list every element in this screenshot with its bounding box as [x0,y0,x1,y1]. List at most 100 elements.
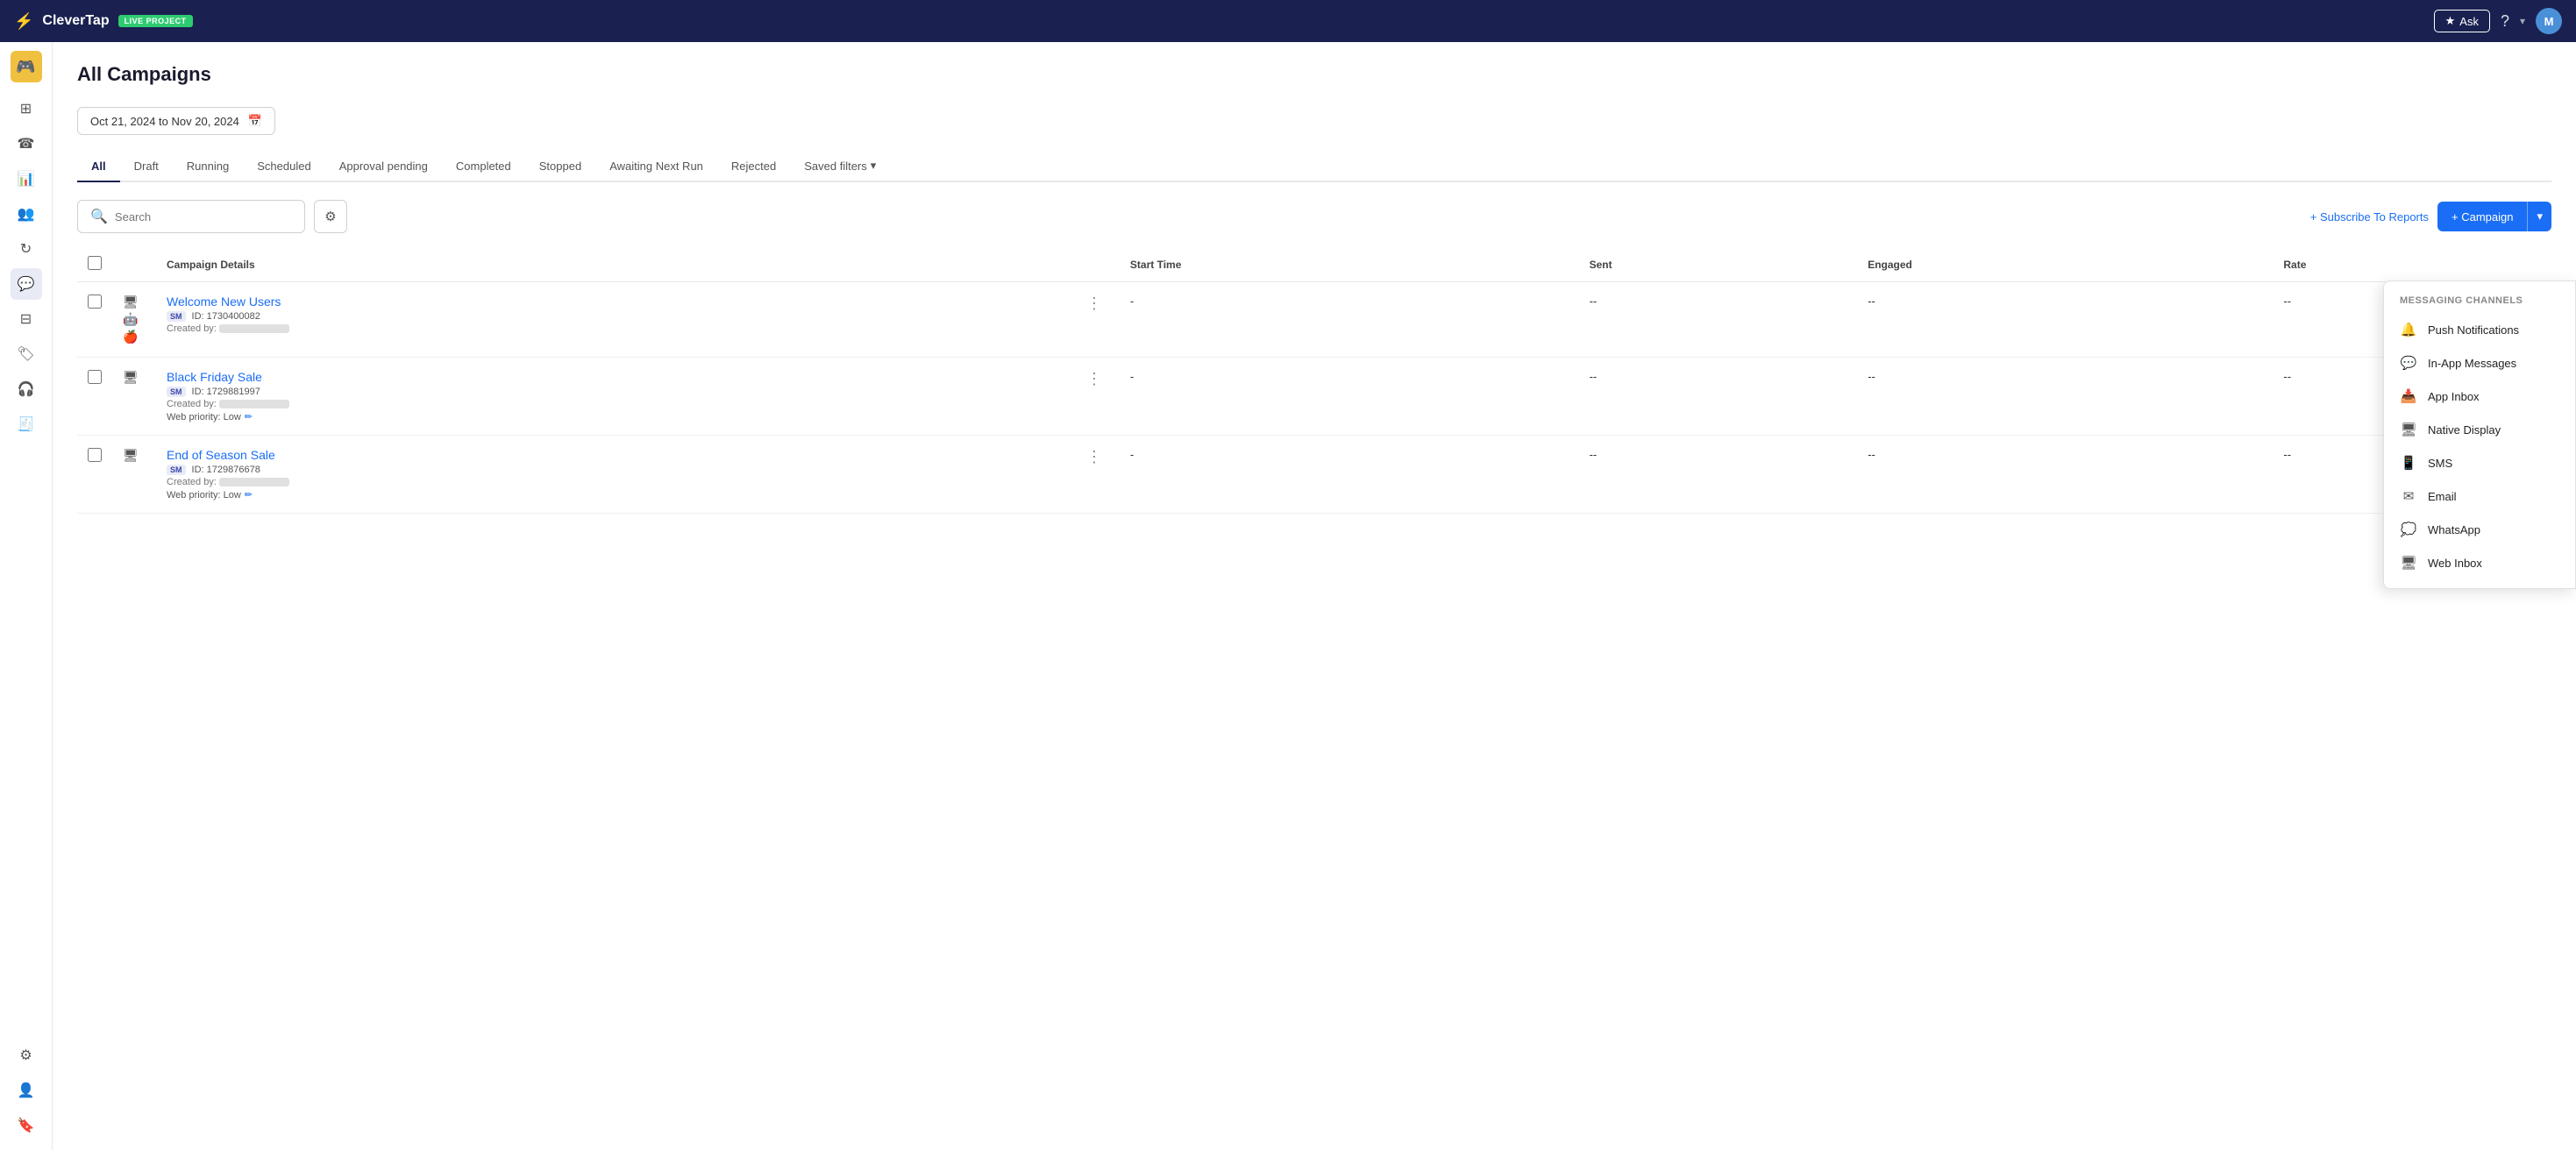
add-campaign-button[interactable]: + Campaign [2437,202,2527,231]
campaign-name-link[interactable]: Black Friday Sale [167,370,1058,384]
web-priority: Web priority: Low ✏ [167,489,1058,500]
tab-scheduled[interactable]: Scheduled [243,152,324,182]
channel-col-header [112,247,156,282]
engaged-cell: -- [1857,282,2273,358]
dropdown-header: Messaging Channels [2384,290,2575,313]
nav-chevron-button[interactable]: ▾ [2520,15,2525,27]
table-row: 🖥 🤖 🍎 Welcome New Users SM ID: 173040008… [77,282,2551,358]
campaign-details-cell: End of Season Sale SM ID: 1729876678 Cre… [156,436,1069,514]
top-navigation: ⚡ CleverTap LIVE PROJECT ★ Ask ? ▾ M [0,0,2576,42]
messaging-channels-dropdown: Messaging Channels 🔔 Push Notifications … [2383,280,2576,589]
channel-icons: 🖥 [123,448,146,463]
web-inbox-item[interactable]: 🖥 Web Inbox [2384,546,2575,579]
ask-button[interactable]: ★ Ask [2434,10,2490,32]
sent-cell: -- [1579,282,1858,358]
engaged-cell: -- [1857,358,2273,436]
date-filter[interactable]: Oct 21, 2024 to Nov 20, 2024 📅 [77,107,275,135]
row-menu-button[interactable]: ⋮ [1079,366,1109,391]
avatar[interactable]: M [2536,8,2562,34]
android-icon: 🤖 [123,312,146,327]
tab-awaiting-next-run[interactable]: Awaiting Next Run [595,152,717,182]
campaigns-icon[interactable]: 💬 [11,268,42,300]
native-display-icon: 🖥 [2400,422,2417,437]
app-inbox-icon: 📥 [2400,388,2417,404]
in-app-messages-item[interactable]: 💬 In-App Messages [2384,346,2575,380]
campaign-name-link[interactable]: End of Season Sale [167,448,1058,462]
bookmark-icon[interactable]: 🔖 [11,1110,42,1141]
row-menu-button[interactable]: ⋮ [1079,291,1109,316]
edit-icon[interactable]: ✏ [245,489,253,500]
campaign-name-link[interactable]: Welcome New Users [167,295,1058,309]
layout-icon[interactable]: ⊟ [11,303,42,335]
sms-item[interactable]: 📱 SMS [2384,446,2575,479]
chart-icon[interactable]: 📊 [11,163,42,195]
row-checkbox[interactable] [88,295,102,309]
campaign-id: SM ID: 1729881997 [167,387,1058,397]
native-display-label: Native Display [2428,423,2501,437]
campaign-id: SM ID: 1729876678 [167,465,1058,475]
sent-cell: -- [1579,358,1858,436]
campaign-details-cell: Black Friday Sale SM ID: 1729881997 Crea… [156,358,1069,436]
web-inbox-label: Web Inbox [2428,557,2482,570]
push-notifications-icon: 🔔 [2400,322,2417,337]
tab-approval-pending[interactable]: Approval pending [325,152,442,182]
help-button[interactable]: ? [2501,12,2509,31]
row-checkbox[interactable] [88,448,102,462]
search-input[interactable] [115,210,292,224]
app-inbox-label: App Inbox [2428,390,2480,403]
page-title: All Campaigns [77,63,2551,86]
native-display-item[interactable]: 🖥 Native Display [2384,413,2575,446]
sms-icon: 📱 [2400,455,2417,471]
search-box[interactable]: 🔍 [77,200,305,233]
whatsapp-icon: 💭 [2400,522,2417,537]
select-all-checkbox[interactable] [88,256,102,270]
apple-icon: 🍎 [123,330,146,344]
rate-col-header: Rate [2273,247,2551,282]
actions-col-header [1069,247,1120,282]
campaign-created-by: Created by: [167,323,1058,334]
sent-col-header: Sent [1579,247,1858,282]
row-checkbox[interactable] [88,370,102,384]
tab-draft[interactable]: Draft [120,152,173,182]
tab-rejected[interactable]: Rejected [717,152,790,182]
tab-stopped[interactable]: Stopped [525,152,595,182]
filter-button[interactable]: ⚙ [314,200,347,233]
support-icon[interactable]: 🎧 [11,373,42,405]
tag-icon[interactable]: 🏷 [11,338,42,370]
settings-icon[interactable]: ⚙ [11,1040,42,1071]
table-header: Campaign Details Start Time Sent Engaged… [77,247,2551,282]
logo-area: ⚡ CleverTap LIVE PROJECT [14,12,193,31]
push-notifications-label: Push Notifications [2428,323,2519,337]
refresh-icon[interactable]: ↻ [11,233,42,265]
whatsapp-item[interactable]: 💭 WhatsApp [2384,513,2575,546]
tab-completed[interactable]: Completed [442,152,525,182]
start-time-cell: - [1120,436,1579,514]
sidebar-project-avatar[interactable]: 🎮 [11,51,42,82]
campaign-details-cell: Welcome New Users SM ID: 1730400082 Crea… [156,282,1069,358]
in-app-messages-icon: 💬 [2400,355,2417,371]
users-icon[interactable]: 👥 [11,198,42,230]
row-menu-button[interactable]: ⋮ [1079,444,1109,469]
saved-filters-label: Saved filters [804,160,867,173]
filter-icon: ⚙ [324,209,336,224]
campaign-dropdown-toggle[interactable]: ▾ [2527,202,2551,231]
web-priority: Web priority: Low ✏ [167,411,1058,422]
search-icon: 🔍 [90,208,108,225]
edit-icon[interactable]: ✏ [245,411,253,422]
table-body: 🖥 🤖 🍎 Welcome New Users SM ID: 173040008… [77,282,2551,514]
tab-all[interactable]: All [77,152,120,182]
dashboard-icon[interactable]: ⊞ [11,93,42,124]
phone-icon[interactable]: ☎ [11,128,42,160]
star-icon: ★ [2445,14,2456,28]
receipt-icon[interactable]: 🧾 [11,408,42,440]
campaign-details-col-header: Campaign Details [156,247,1069,282]
email-item[interactable]: ✉ Email [2384,479,2575,513]
subscribe-to-reports-button[interactable]: + Subscribe To Reports [2310,210,2429,224]
tab-saved-filters[interactable]: Saved filters ▾ [790,151,890,182]
search-actions-row: 🔍 ⚙ + Subscribe To Reports + Campaign ▾ [77,200,2551,233]
sms-label: SMS [2428,457,2452,470]
push-notifications-item[interactable]: 🔔 Push Notifications [2384,313,2575,346]
people-icon[interactable]: 👤 [11,1075,42,1106]
app-inbox-item[interactable]: 📥 App Inbox [2384,380,2575,413]
tab-running[interactable]: Running [173,152,243,182]
